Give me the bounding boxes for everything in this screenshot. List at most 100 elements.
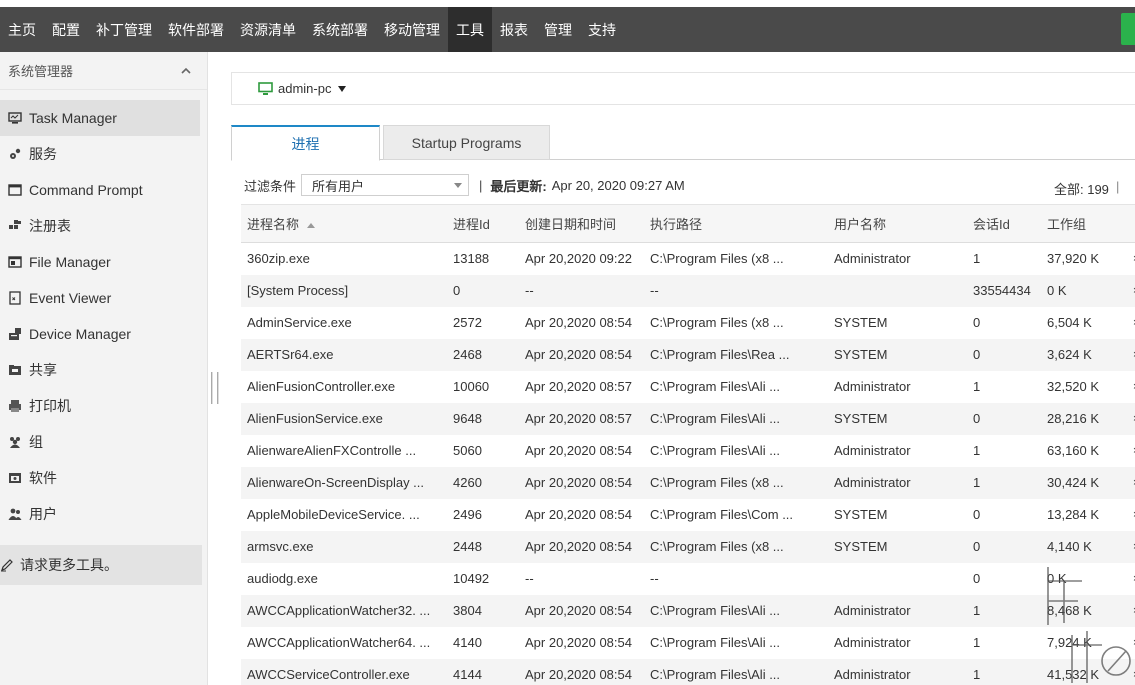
sidebar-item-file-manager[interactable]: File Manager — [0, 244, 200, 280]
sidebar-item-printer[interactable]: 打印机 — [0, 388, 200, 424]
chevron-down-icon — [454, 182, 463, 188]
sort-ascending-icon — [307, 223, 316, 229]
computer-name: admin-pc — [278, 81, 332, 96]
cell-working-set: 3,624 K — [1041, 338, 1127, 371]
row-close-icon[interactable]: × — [1127, 402, 1135, 435]
row-close-icon[interactable]: × — [1127, 530, 1135, 563]
row-close-icon[interactable]: × — [1127, 499, 1135, 531]
nav-os-deploy[interactable]: 系统部署 — [304, 7, 376, 52]
filter-label: 过滤条件 — [244, 178, 297, 194]
cell-path: C:\Program Files\Ali ... — [650, 635, 781, 650]
table-row[interactable]: AlienFusionController.exe 10060 Apr 20,202… — [241, 371, 1135, 403]
sidebar-item-group[interactable]: 组 — [0, 424, 200, 460]
pen-icon — [0, 558, 14, 572]
sidebar-item-label: 注册表 — [29, 218, 71, 234]
nav-config[interactable]: 配置 — [44, 7, 88, 52]
chevron-up-icon[interactable] — [181, 66, 191, 76]
last-updated-value: Apr 20, 2020 09:27 AM — [551, 177, 685, 193]
row-close-icon[interactable]: × — [1127, 371, 1135, 403]
column-header-created[interactable]: 创建日期和时间 — [519, 204, 644, 243]
cell-working-set: 30,424 K — [1041, 466, 1127, 499]
nav-inventory[interactable]: 资源清单 — [232, 7, 304, 52]
sidebar-item-device-manager[interactable]: Device Manager — [0, 316, 200, 352]
row-close-icon[interactable]: × — [1127, 466, 1135, 499]
column-header-process-id[interactable]: 进程Id — [447, 204, 519, 243]
cell-created: Apr 20,2020 08:54 — [519, 594, 644, 627]
registry-icon — [8, 219, 22, 233]
sidebar-item-task-manager[interactable]: Task Manager — [0, 100, 200, 136]
table-row[interactable]: AlienwareAlienFXControlle ... 5060 Apr 20,… — [241, 435, 1135, 467]
cell-path: C:\Program Files\Ali ... — [650, 443, 781, 458]
cell-path: C:\Program Files\Com ... — [650, 507, 794, 522]
separator: | — [1116, 179, 1120, 194]
file-manager-icon — [8, 255, 22, 269]
tab-processes[interactable]: 进程 — [231, 125, 380, 161]
row-close-icon[interactable]: × — [1127, 627, 1135, 659]
table-row[interactable]: 360zip.exe 13188 Apr 20,2020 09:22 C:\Progr… — [241, 243, 1135, 275]
table-row[interactable]: AWCCServiceController.exe 4144 Apr 20,2020… — [241, 658, 1135, 685]
cell-session-id: 1 — [967, 466, 1041, 499]
table-row[interactable]: audiodg.exe 10492 -- -- 0 0 K × — [241, 563, 1135, 595]
cell-created: Apr 20,2020 08:54 — [525, 315, 632, 330]
tab-startup-programs[interactable]: Startup Programs — [383, 125, 550, 160]
sidebar-item-event-viewer[interactable]: Event Viewer — [0, 280, 200, 316]
sidebar-item-command-prompt[interactable]: Command Prompt — [0, 172, 200, 208]
row-close-icon[interactable]: × — [1127, 563, 1135, 595]
nav-software-deploy[interactable]: 软件部署 — [160, 7, 232, 52]
green-action-button[interactable] — [1121, 13, 1135, 45]
printer-icon — [8, 399, 22, 413]
column-header-path[interactable]: 执行路径 — [644, 204, 828, 243]
row-close-icon[interactable]: × — [1127, 435, 1135, 467]
row-close-icon[interactable]: × — [1127, 307, 1135, 339]
nav-reports[interactable]: 报表 — [492, 7, 536, 52]
nav-mobile[interactable]: 移动管理 — [376, 7, 448, 52]
column-header-process-name[interactable]: 进程名称 — [241, 204, 447, 243]
sidebar-item-software[interactable]: 软件 — [0, 460, 200, 496]
table-row[interactable]: AERTSr64.exe 2468 Apr 20,2020 08:54 C:\Prog… — [241, 338, 1135, 371]
nav-patch[interactable]: 补丁管理 — [88, 7, 160, 52]
row-close-icon[interactable]: × — [1127, 594, 1135, 627]
cell-process-name: AWCCApplicationWatcher32. ... — [241, 594, 447, 627]
sidebar-item-registry[interactable]: 注册表 — [0, 208, 200, 244]
computer-selector[interactable]: admin-pc — [231, 72, 1135, 105]
nav-support[interactable]: 支持 — [580, 7, 624, 52]
sidebar-header[interactable]: 系统管理器 — [0, 52, 207, 90]
cell-user: Administrator — [834, 443, 911, 458]
cell-session-id: 1 — [967, 658, 1041, 685]
cell-working-set: 32,520 K — [1047, 379, 1100, 394]
row-close-icon[interactable]: × — [1127, 338, 1135, 371]
table-row[interactable]: AlienwareOn-ScreenDisplay ... 4260 Apr 20,… — [241, 466, 1135, 499]
table-row[interactable]: AWCCApplicationWatcher64. ... 4140 Apr 20,… — [241, 627, 1135, 659]
sidebar-item-share[interactable]: 共享 — [0, 352, 200, 388]
request-more-tools[interactable]: 请求更多工具。 — [0, 545, 202, 585]
cell-created: -- — [519, 274, 644, 307]
column-header-user[interactable]: 用户名称 — [828, 204, 967, 243]
sidebar-item-services[interactable]: 服务 — [0, 136, 200, 172]
panel-splitter-handle[interactable] — [211, 372, 219, 404]
filter-select[interactable]: 所有用户 — [301, 174, 470, 196]
table-row[interactable]: [System Process]0----335544340 K× — [241, 274, 1135, 307]
table-row[interactable]: AWCCApplicationWatcher32. ... 3804 Apr 20,… — [241, 594, 1135, 627]
cell-process-name: [System Process] — [241, 274, 447, 307]
row-close-icon[interactable]: × — [1127, 658, 1135, 685]
nav-admin[interactable]: 管理 — [536, 7, 580, 52]
cell-process-name: armsvc.exe — [241, 530, 447, 563]
column-header-working-set[interactable]: 工作组 — [1041, 204, 1127, 243]
sidebar-item-users[interactable]: 用户 — [0, 496, 200, 532]
cell-process-name: AlienFusionService.exe — [241, 402, 447, 435]
table-row[interactable]: AppleMobileDeviceService. ... 2496 Apr 20,… — [241, 499, 1135, 531]
cell-process-name: AWCCServiceController.exe — [241, 658, 447, 685]
cell-process-id: 4140 — [453, 635, 482, 650]
column-header-session-id[interactable]: 会话Id — [967, 204, 1041, 243]
row-close-icon[interactable]: × — [1127, 274, 1135, 307]
cell-path: C:\Program Files (x8 ... — [644, 530, 828, 563]
users-icon — [8, 507, 22, 521]
table-row[interactable]: AlienFusionService.exe 9648 Apr 20,2020 08… — [241, 402, 1135, 435]
row-close-icon[interactable]: × — [1127, 243, 1135, 275]
table-row[interactable]: armsvc.exe 2448 Apr 20,2020 08:54 C:\Progra… — [241, 530, 1135, 563]
table-row[interactable]: AdminService.exe 2572 Apr 20,2020 08:54 C:\… — [241, 307, 1135, 339]
nav-home[interactable]: 主页 — [0, 7, 44, 52]
sidebar-item-label: 打印机 — [29, 398, 71, 414]
last-updated-label: 最后更新: — [490, 178, 547, 194]
nav-tools[interactable]: 工具 — [448, 7, 492, 52]
